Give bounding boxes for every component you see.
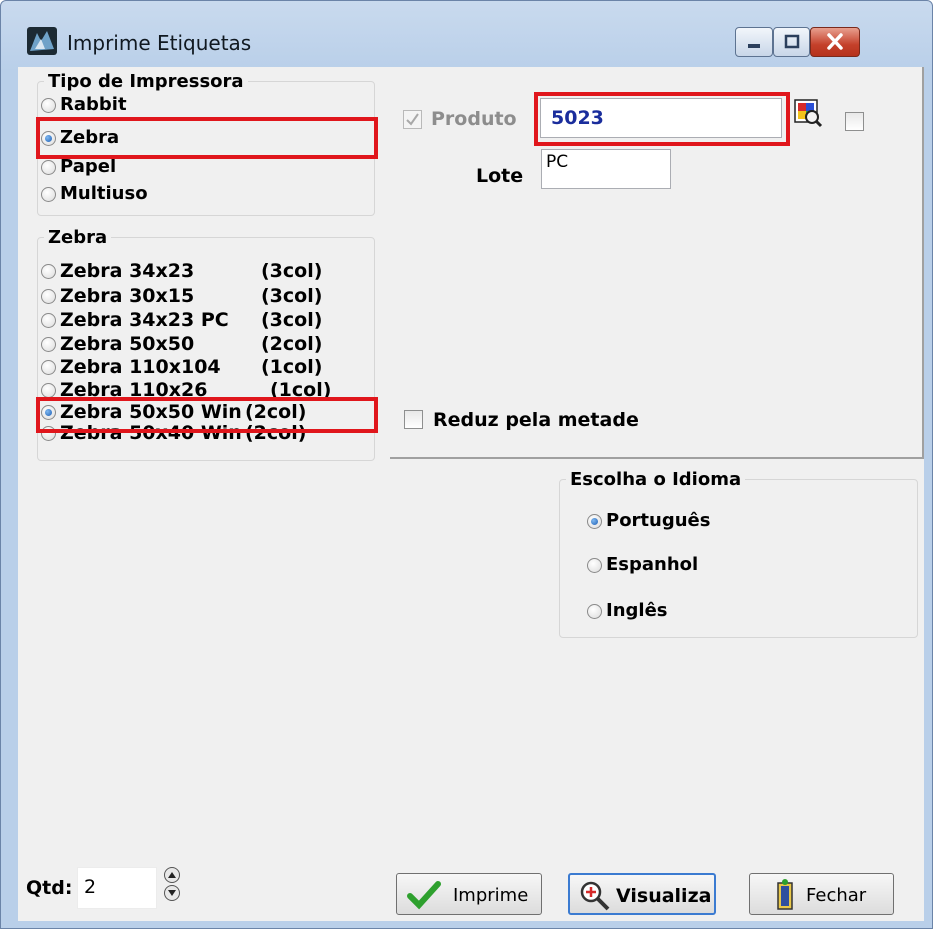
radio-papel[interactable]: Papel <box>41 156 116 178</box>
app-window: Imprime Etiquetas Tipo de Impressora Rab… <box>0 0 933 929</box>
quantity-input[interactable]: 2 <box>77 867 157 909</box>
product-panel: Produto 5023 Lote PC Reduz pela metade <box>390 67 924 459</box>
product-extra-checkbox[interactable] <box>845 112 864 131</box>
radio-rabbit[interactable]: Rabbit <box>41 94 127 116</box>
zebra-model-title: Zebra <box>44 228 112 248</box>
radio-circle <box>41 289 56 304</box>
radio-multiuso[interactable]: Multiuso <box>41 183 148 205</box>
radio-zebra-50x50[interactable]: Zebra 50x50 (2col) <box>41 333 322 355</box>
radio-espanhol[interactable]: Espanhol <box>587 554 698 576</box>
exit-door-icon <box>777 879 793 910</box>
lot-input[interactable]: PC <box>541 149 671 189</box>
halve-label: Reduz pela metade <box>433 409 639 431</box>
maximize-button[interactable] <box>773 27 810 57</box>
lot-label: Lote <box>476 165 524 187</box>
maximize-icon <box>784 34 800 49</box>
radio-zebra-110x104[interactable]: Zebra 110x104 (1col) <box>41 356 322 378</box>
zebra-50x50-win-highlight-box <box>36 397 378 433</box>
radio-portugues[interactable]: Português <box>587 510 710 532</box>
radio-circle <box>587 558 602 573</box>
radio-circle-selected <box>587 514 602 529</box>
printer-type-title: Tipo de Impressora <box>44 72 248 92</box>
radio-circle <box>41 337 56 352</box>
radio-circle <box>41 264 56 279</box>
radio-circle <box>41 313 56 328</box>
radio-ingles[interactable]: Inglês <box>587 600 668 622</box>
window-title: Imprime Etiquetas <box>67 31 252 55</box>
zebra-highlight-box <box>36 117 378 159</box>
language-title: Escolha o Idioma <box>566 470 746 490</box>
radio-circle <box>41 383 56 398</box>
product-label: Produto <box>431 108 517 130</box>
radio-zebra-34x23[interactable]: Zebra 34x23 (3col) <box>41 260 322 282</box>
radio-zebra-34x23-pc[interactable]: Zebra 34x23 PC (3col) <box>41 309 322 331</box>
checkmark-icon <box>407 881 441 910</box>
radio-circle <box>41 98 56 113</box>
product-checkbox[interactable] <box>403 110 422 129</box>
minimize-button[interactable] <box>735 27 773 57</box>
stepper-down-icon[interactable] <box>164 885 180 901</box>
language-group: Escolha o Idioma Português Espanhol Ingl… <box>559 470 918 638</box>
title-bar[interactable]: Imprime Etiquetas <box>1 1 932 67</box>
app-logo-icon <box>27 27 57 55</box>
minimize-icon <box>748 44 760 48</box>
check-icon <box>406 113 419 126</box>
quantity-stepper[interactable] <box>164 867 180 903</box>
close-icon <box>827 33 843 50</box>
stepper-up-icon[interactable] <box>164 867 180 883</box>
radio-circle <box>587 604 602 619</box>
dialog-client-area: Tipo de Impressora Rabbit Zebra Papel Mu… <box>18 67 924 921</box>
close-window-button[interactable] <box>810 27 860 57</box>
halve-checkbox[interactable] <box>404 410 423 429</box>
quantity-label: Qtd: <box>26 877 73 899</box>
radio-zebra-30x15[interactable]: Zebra 30x15 (3col) <box>41 285 322 307</box>
preview-button[interactable]: Visualiza <box>568 873 716 915</box>
product-search-icon[interactable] <box>793 98 823 128</box>
print-button[interactable]: Imprime <box>396 873 542 915</box>
radio-circle <box>41 160 56 175</box>
product-highlight-box <box>534 92 790 146</box>
radio-circle <box>41 360 56 375</box>
close-button[interactable]: Fechar <box>749 873 894 915</box>
magnifier-icon <box>580 881 610 911</box>
radio-circle <box>41 187 56 202</box>
